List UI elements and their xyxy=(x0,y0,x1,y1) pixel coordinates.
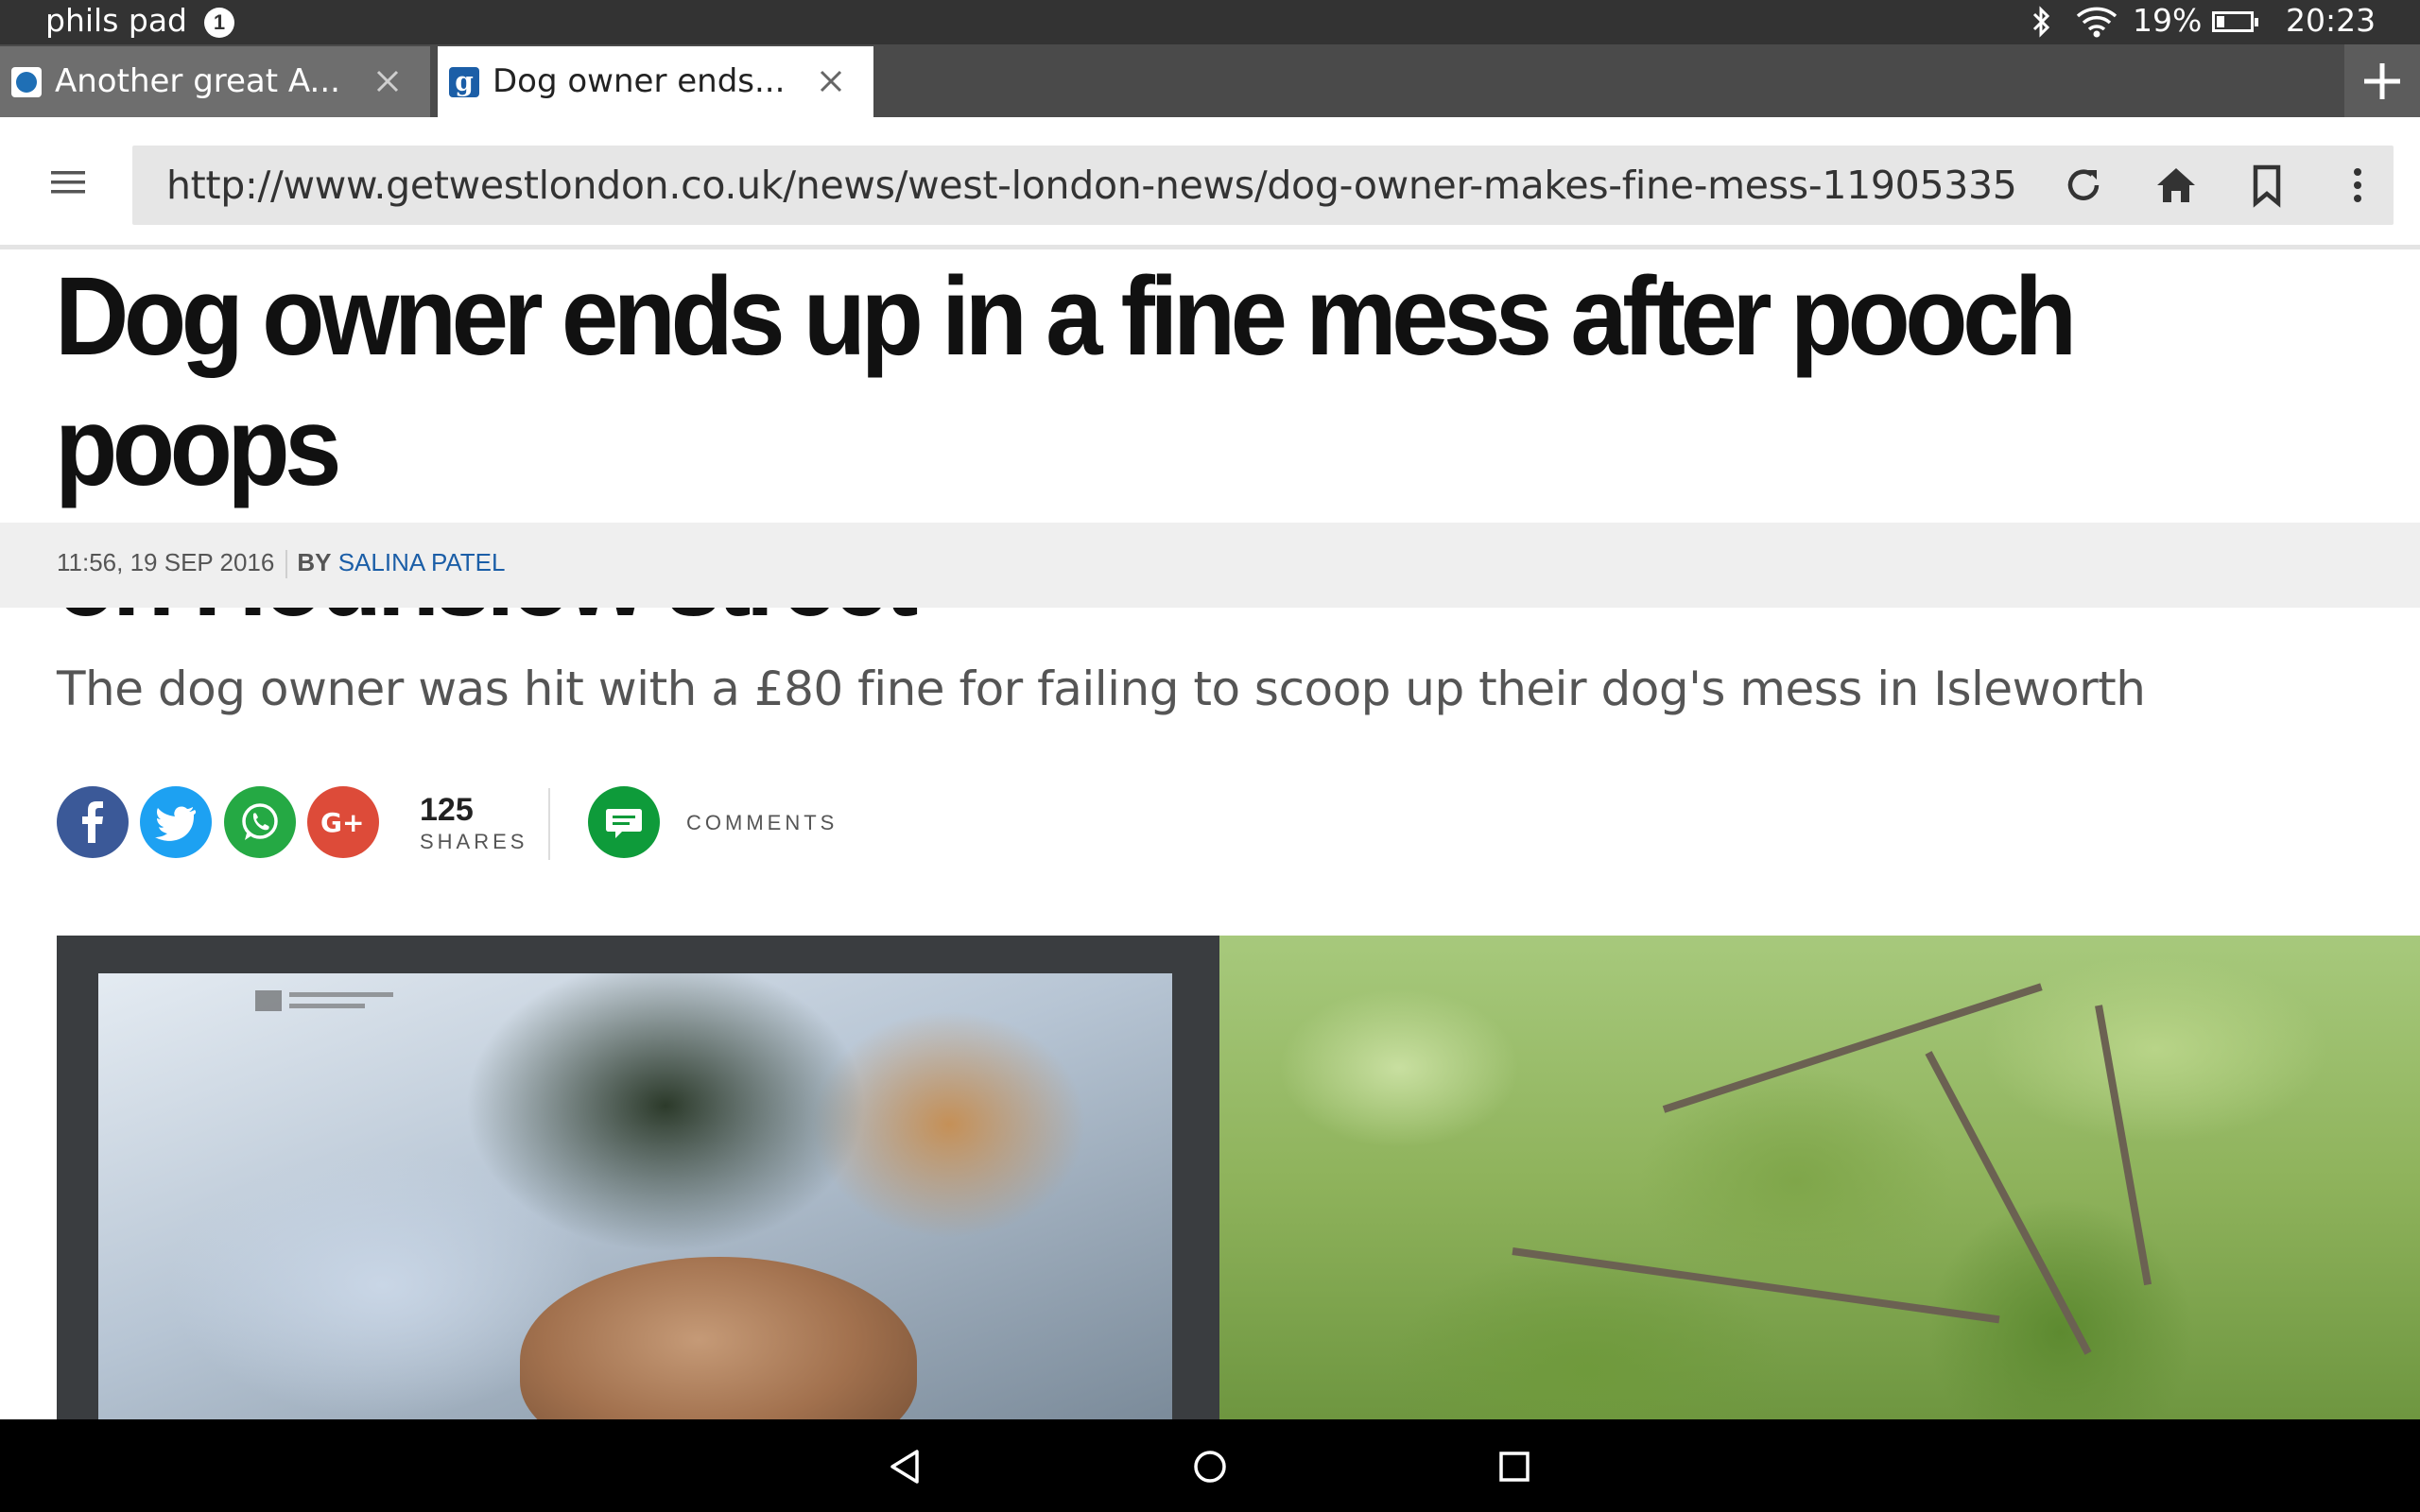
share-count: 125 xyxy=(420,792,474,828)
wifi-icon xyxy=(2076,7,2118,38)
overflow-menu-icon[interactable] xyxy=(2335,163,2380,208)
hamburger-menu-icon[interactable] xyxy=(49,168,87,197)
whatsapp-share-button[interactable] xyxy=(224,786,296,858)
trees-background xyxy=(1210,936,2420,1419)
byline-prefix: BY xyxy=(297,548,332,576)
facebook-icon xyxy=(82,801,103,843)
close-icon[interactable] xyxy=(372,65,404,97)
facebook-share-button[interactable] xyxy=(57,786,129,858)
device-name: phils pad xyxy=(45,2,187,39)
back-icon[interactable] xyxy=(883,1444,928,1489)
status-bar: phils pad 1 19% 20:23 xyxy=(0,0,2420,44)
article-standfirst: The dog owner was hit with a £80 fine fo… xyxy=(57,662,2146,716)
tab-strip: Another great A... g Dog owner ends... xyxy=(0,44,2420,117)
twitter-icon xyxy=(155,806,197,841)
share-divider xyxy=(548,788,550,860)
reload-icon[interactable] xyxy=(2061,163,2106,208)
tab-title: Another great A... xyxy=(55,62,340,100)
system-nav-bar xyxy=(0,1419,2420,1512)
address-bar[interactable]: http://www.getwestlondon.co.uk/news/west… xyxy=(132,146,2394,225)
g-logo-icon: g xyxy=(449,67,479,97)
bluetooth-icon xyxy=(2032,6,2050,38)
svg-text:G+: G+ xyxy=(320,807,364,838)
comments-label[interactable]: COMMENTS xyxy=(686,811,838,835)
council-logo-icon xyxy=(255,990,393,1011)
meta-divider xyxy=(285,550,288,579)
home-nav-icon[interactable] xyxy=(1187,1444,1233,1489)
twitter-share-button[interactable] xyxy=(140,786,212,858)
whatsapp-icon xyxy=(242,803,278,840)
tab-dog-owner[interactable]: g Dog owner ends... xyxy=(438,46,873,117)
tab-another-great[interactable]: Another great A... xyxy=(0,46,430,117)
battery-percent: 19% xyxy=(2133,2,2203,39)
close-icon[interactable] xyxy=(815,65,847,97)
url-text[interactable]: http://www.getwestlondon.co.uk/news/west… xyxy=(166,163,2017,208)
notification-badge: 1 xyxy=(204,8,234,38)
new-tab-button[interactable] xyxy=(2344,44,2420,117)
google-plus-share-button[interactable]: G+ xyxy=(307,786,379,858)
sign-board xyxy=(57,936,1219,1419)
headline-line-1: Dog owner ends up in a fine mess after p… xyxy=(55,254,2077,509)
publish-timestamp: 11:56, 19 SEP 2016 xyxy=(57,548,275,576)
google-plus-icon: G+ xyxy=(320,807,364,838)
browser-toolbar: http://www.getwestlondon.co.uk/news/west… xyxy=(0,117,2420,249)
home-icon[interactable] xyxy=(2153,163,2199,208)
comments-button[interactable] xyxy=(588,786,660,858)
comment-bubble-icon xyxy=(606,809,642,838)
share-count-label: SHARES xyxy=(420,830,528,853)
article-hero-image xyxy=(57,936,2420,1419)
bookmark-icon[interactable] xyxy=(2244,163,2290,208)
author-link[interactable]: SALINA PATEL xyxy=(338,548,506,576)
article-meta-bar: 11:56, 19 SEP 2016 BY SALINA PATEL xyxy=(0,523,2420,608)
plus-icon xyxy=(2364,63,2400,99)
recents-icon[interactable] xyxy=(1492,1444,1537,1489)
battery-icon xyxy=(2212,11,2258,32)
circle-logo-icon xyxy=(11,67,42,97)
clock: 20:23 xyxy=(2286,2,2377,39)
tab-title: Dog owner ends... xyxy=(493,62,786,100)
